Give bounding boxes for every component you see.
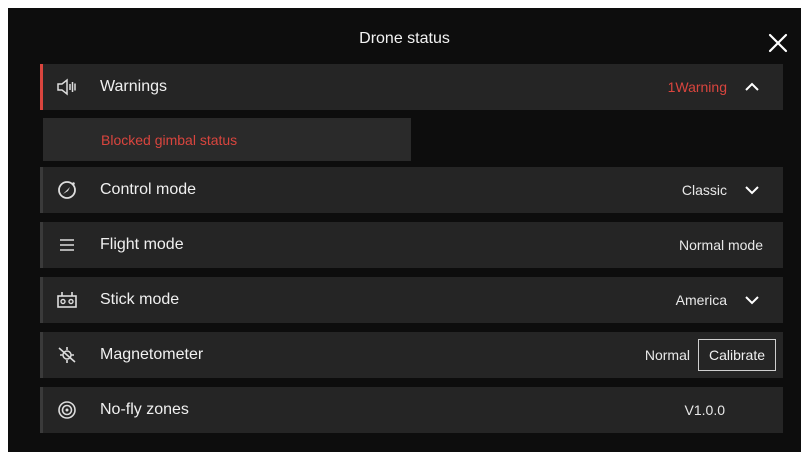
no-fly-zones-label: No-fly zones: [100, 401, 189, 418]
warning-item: Blocked gimbal status: [43, 118, 411, 161]
no-fly-zones-row: No-fly zones V1.0.0: [40, 387, 783, 433]
close-icon[interactable]: [767, 32, 789, 54]
warnings-label: Warnings: [100, 78, 167, 95]
controller-icon: [56, 289, 78, 311]
flight-mode-value: Normal mode: [678, 237, 763, 253]
flight-mode-row: Flight mode Normal mode: [40, 222, 783, 268]
magnetometer-label: Magnetometer: [100, 346, 204, 363]
page-title: Drone status: [359, 30, 450, 47]
target-icon: [56, 399, 78, 421]
chevron-down-icon[interactable]: [743, 291, 761, 309]
control-mode-value: Classic: [681, 182, 727, 198]
magnetometer-row: Magnetometer Normal Calibrate: [40, 332, 783, 378]
stick-mode-label: Stick mode: [100, 291, 180, 308]
compass-icon: [56, 179, 78, 201]
control-mode-row[interactable]: Control mode Classic: [40, 167, 783, 213]
calibrate-button[interactable]: Calibrate: [697, 339, 776, 371]
warnings-row[interactable]: Warnings 1Warning: [40, 64, 783, 110]
no-fly-zones-version: V1.0.0: [684, 402, 725, 418]
stick-mode-value: America: [675, 292, 727, 308]
list-icon: [56, 234, 78, 256]
speaker-icon: [56, 76, 78, 98]
magnet-off-icon: [56, 344, 78, 366]
warning-count: 1Warning: [667, 79, 727, 95]
flight-mode-label: Flight mode: [100, 236, 184, 253]
drone-status-panel: Drone status Warnings 1Warning Blocked g…: [8, 8, 801, 452]
chevron-up-icon[interactable]: [743, 78, 761, 96]
magnetometer-status: Normal: [644, 347, 690, 363]
stick-mode-row[interactable]: Stick mode America: [40, 277, 783, 323]
control-mode-label: Control mode: [100, 181, 197, 198]
chevron-down-icon[interactable]: [743, 181, 761, 199]
